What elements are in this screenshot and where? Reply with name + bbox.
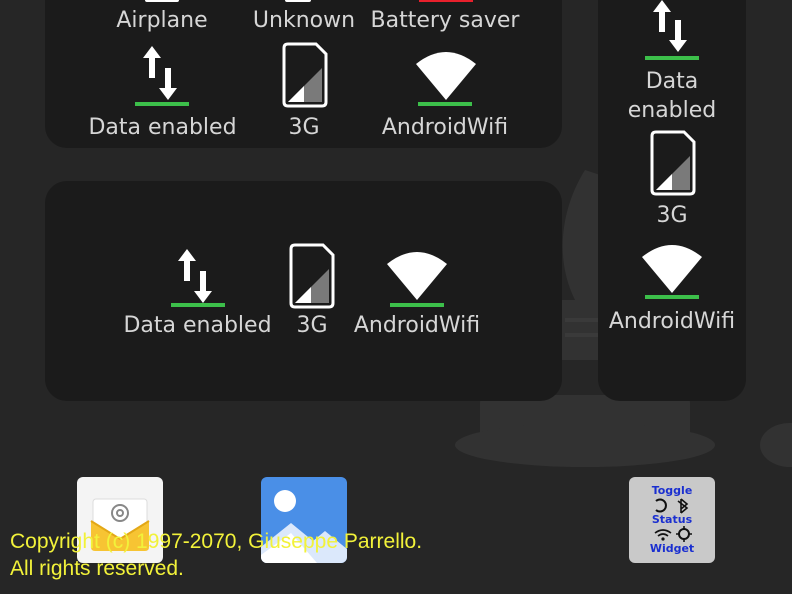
icon-text-status: Status [652, 513, 693, 526]
data-label-line2[interactable]: enabled [598, 97, 746, 125]
status-widget-right: Data enabled 3G AndroidWifi [598, 0, 746, 401]
battery-saver-label[interactable]: Battery saver [370, 7, 520, 35]
airplane-icon [145, 0, 179, 2]
wifi-icon[interactable] [414, 48, 478, 104]
toggle-status-widget-icon: Toggle Status Widget [650, 484, 694, 555]
network-3g-label[interactable]: 3G [598, 202, 746, 230]
network-3g-label[interactable]: 3G [282, 312, 342, 340]
toggle-status-widget-app-icon[interactable]: Toggle Status Widget [629, 477, 715, 563]
wifi-name-label[interactable]: AndroidWifi [375, 114, 515, 142]
network-3g-label[interactable]: 3G [274, 114, 334, 142]
data-enabled-label[interactable]: Data enabled [120, 312, 275, 340]
sim-card-icon[interactable] [647, 130, 697, 196]
data-transfer-icon[interactable] [650, 0, 690, 54]
sim-card-icon[interactable] [287, 243, 335, 309]
copyright-overlay: Copyright (c) 1997-2070, Giuseppe Parrel… [10, 528, 422, 582]
wifi-name-label[interactable]: AndroidWifi [347, 312, 487, 340]
unknown-label[interactable]: Unknown [244, 7, 364, 35]
icon-text-widget: Widget [650, 542, 694, 555]
wifi-status-bar [390, 303, 444, 307]
sim-card-icon[interactable] [280, 42, 328, 108]
data-enabled-label[interactable]: Data enabled [85, 114, 240, 142]
wifi-icon[interactable] [385, 248, 449, 304]
wifi-status-bar [645, 295, 699, 299]
wifi-status-bar [418, 102, 472, 106]
copyright-line2: All rights reserved. [10, 557, 184, 580]
status-widget-top: Airplane Unknown Battery saver Data enab… [45, 0, 562, 148]
data-status-bar [135, 102, 189, 106]
status-widget-middle: Data enabled 3G AndroidWifi [45, 181, 562, 401]
airplane-label[interactable]: Airplane [107, 7, 217, 35]
data-status-bar [645, 56, 699, 60]
data-label-line1[interactable]: Data [598, 68, 746, 96]
wifi-name-label[interactable]: AndroidWifi [598, 308, 746, 336]
wifi-icon[interactable] [640, 241, 704, 297]
battery-saver-icon [419, 0, 473, 2]
unknown-network-icon [285, 0, 311, 2]
icon-text-toggle: Toggle [652, 484, 693, 497]
data-transfer-icon[interactable] [140, 42, 180, 102]
copyright-line1: Copyright (c) 1997-2070, Giuseppe Parrel… [10, 530, 423, 553]
data-status-bar [171, 303, 225, 307]
data-transfer-icon[interactable] [175, 245, 215, 305]
